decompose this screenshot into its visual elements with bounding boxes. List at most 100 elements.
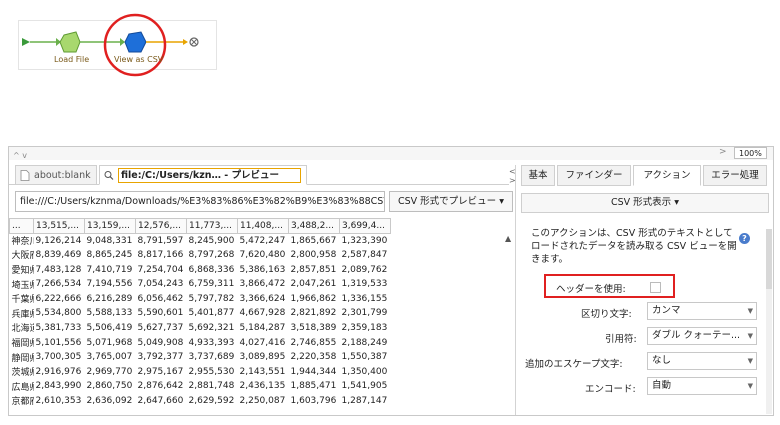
table-row[interactable]: 北海道5,381,733 5,506,419 5,627,737 5,692,321 5…: [10, 321, 391, 336]
column-header[interactable]: 3,488,2...: [288, 218, 340, 234]
zoom-arrow-icon[interactable]: >: [719, 147, 727, 157]
table-cell: 5,101,556: [35, 337, 82, 348]
column-header[interactable]: ...: [9, 218, 34, 234]
table-cell: 2,587,847: [341, 249, 388, 260]
tab-basic[interactable]: 基本: [521, 165, 555, 186]
quote-select[interactable]: ダブル クォーテー... ▼: [647, 327, 757, 345]
table-cell: 5,588,133: [86, 308, 133, 319]
column-header[interactable]: 12,576,...: [135, 218, 187, 234]
table-cell: 2,969,770: [86, 366, 133, 377]
table-cell: 6,759,311: [188, 279, 235, 290]
row-label-cell: 茨城県: [11, 368, 34, 379]
row-label-cell: 北海道: [11, 324, 34, 335]
table-cell: 2,047,261: [290, 279, 337, 290]
table-cell: 5,797,782: [188, 293, 235, 304]
table-row[interactable]: 広島県2,843,990 2,860,750 2,876,642 2,881,748 2…: [10, 379, 391, 394]
table-row[interactable]: 大阪府8,839,469 8,865,245 8,817,166 8,797,268 7…: [10, 248, 391, 263]
csv-preview-button[interactable]: CSV 形式でプレビュー ▾: [389, 191, 513, 212]
table-cell: 6,868,336: [188, 264, 235, 275]
table-row[interactable]: 兵庫県5,534,800 5,588,133 5,590,601 5,401,877 4…: [10, 306, 391, 321]
table-cell: 1,287,147: [341, 395, 388, 406]
search-icon: [104, 171, 114, 180]
tab-csv-preview[interactable]: file:/C:/Users/kzn… - プレビュー: [99, 165, 307, 185]
tab-about-blank[interactable]: about:blank: [15, 165, 97, 185]
quote-label: 引用符:: [605, 334, 637, 345]
use-header-checkbox[interactable]: [650, 282, 661, 293]
workflow-diagram: [22, 13, 199, 77]
table-cell: 5,590,601: [137, 308, 184, 319]
collapse-chevrons-icon[interactable]: ^ v: [13, 151, 27, 160]
help-icon[interactable]: ?: [739, 233, 750, 244]
url-field[interactable]: file:///C:/Users/kznma/Downloads/%E3%83%…: [15, 191, 385, 212]
table-row[interactable]: 京都府2,610,353 2,636,092 2,647,660 2,629,592 2…: [10, 394, 391, 409]
column-header[interactable]: 3,699,4...: [339, 218, 391, 234]
table-cell: 1,885,471: [290, 381, 337, 392]
tab-error-handling[interactable]: エラー処理: [703, 165, 767, 186]
encode-select[interactable]: 自動 ▼: [647, 377, 757, 395]
table-cell: 5,184,287: [239, 322, 286, 333]
tab-label: about:blank: [34, 170, 91, 181]
table-header-row: ... 13,515,... 13,159,... 12,576,... 11,…: [9, 218, 391, 234]
panel-scroll-thumb[interactable]: [766, 229, 772, 289]
table-cell: 3,366,624: [239, 293, 286, 304]
csv-format-dropdown[interactable]: CSV 形式表示 ▾: [521, 193, 769, 213]
panel-divider[interactable]: [515, 165, 516, 415]
quote-value: ダブル クォーテー...: [652, 330, 741, 341]
column-header[interactable]: 13,515,...: [33, 218, 85, 234]
table-cell: 5,627,737: [137, 322, 184, 333]
column-header[interactable]: 11,773,...: [186, 218, 238, 234]
table-row[interactable]: 神奈川9,126,214 9,048,331 8,791,597 8,245,900 5…: [10, 233, 391, 248]
table-cell: 8,817,166: [137, 249, 184, 260]
table-row[interactable]: 静岡県3,700,305 3,765,007 3,792,377 3,737,689 3…: [10, 350, 391, 365]
table-cell: 2,089,762: [341, 264, 388, 275]
table-cell: 2,220,358: [290, 352, 337, 363]
table-cell: 1,319,533: [341, 279, 388, 290]
tab-action[interactable]: アクション: [633, 165, 701, 186]
table-cell: 5,071,968: [86, 337, 133, 348]
table-cell: 5,692,321: [188, 322, 235, 333]
scroll-up-arrow-icon[interactable]: ▲: [505, 234, 511, 243]
table-cell: 1,944,344: [290, 366, 337, 377]
row-label-cell: 京都府: [11, 397, 34, 408]
row-label-cell: 福岡県: [11, 339, 34, 350]
table-cell: 3,737,689: [188, 352, 235, 363]
view-as-csv-node-icon[interactable]: [124, 31, 147, 53]
connector-arrow-icon: [120, 38, 125, 46]
table-row[interactable]: 愛知県7,483,128 7,410,719 7,254,704 6,868,336 5…: [10, 262, 391, 277]
table-cell: 3,089,895: [239, 352, 286, 363]
table-cell: 2,629,592: [188, 395, 235, 406]
table-cell: 9,126,214: [35, 235, 82, 246]
table-row[interactable]: 福岡県5,101,556 5,071,968 5,049,908 4,933,393 4…: [10, 335, 391, 350]
escape-value: なし: [652, 355, 672, 366]
table-cell: 1,350,400: [341, 366, 388, 377]
table-cell: 9,048,331: [86, 235, 133, 246]
table-cell: 2,876,642: [137, 381, 184, 392]
table-row[interactable]: 千葉県6,222,666 6,216,289 6,056,462 5,797,782 3…: [10, 291, 391, 306]
escape-select[interactable]: なし ▼: [647, 352, 757, 370]
load-file-node-icon[interactable]: [59, 31, 81, 53]
delimiter-label: 区切り文字:: [581, 309, 632, 320]
table-cell: 2,636,092: [86, 395, 133, 406]
table-cell: 1,603,796: [290, 395, 337, 406]
table-cell: 6,222,666: [35, 293, 82, 304]
column-header[interactable]: 11,408,...: [237, 218, 289, 234]
chevron-down-icon: ▼: [747, 382, 753, 390]
table-cell: 2,436,135: [239, 381, 286, 392]
csv-table-container: ... 13,515,... 13,159,... 12,576,... 11,…: [9, 218, 514, 415]
delimiter-select[interactable]: カンマ ▼: [647, 302, 757, 320]
column-header[interactable]: 13,159,...: [84, 218, 136, 234]
table-cell: 5,386,163: [239, 264, 286, 275]
table-cell: 2,250,087: [239, 395, 286, 406]
table-cell: 8,865,245: [86, 249, 133, 260]
table-row[interactable]: 埼玉県7,266,534 7,194,556 7,054,243 6,759,311 3…: [10, 277, 391, 292]
browser-window: > 100% ^ v about:blank file:/C:/Users/kz…: [8, 146, 774, 416]
table-cell: 2,821,892: [290, 308, 337, 319]
table-cell: 2,881,748: [188, 381, 235, 392]
zoom-level[interactable]: 100%: [734, 147, 767, 159]
row-label-cell: 大阪府: [11, 251, 34, 262]
tab-finder[interactable]: ファインダー: [557, 165, 631, 186]
tab-label: file:/C:/Users/kzn… - プレビュー: [118, 168, 301, 183]
table-cell: 3,518,389: [290, 322, 337, 333]
table-row[interactable]: 茨城県2,916,976 2,969,770 2,975,167 2,955,530 2…: [10, 364, 391, 379]
start-node-icon[interactable]: [22, 38, 30, 46]
